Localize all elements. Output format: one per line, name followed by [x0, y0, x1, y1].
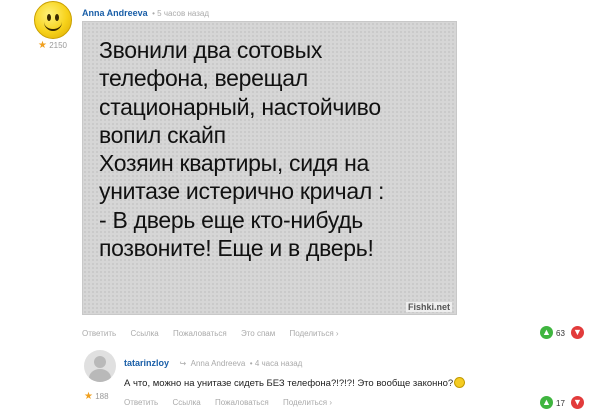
reply-arrow-icon: ↪ [179, 359, 187, 368]
comment-actions: Ответить Ссылка Пожаловаться Это спам По… [82, 329, 351, 338]
reply-author-rating: ★ 188 [84, 391, 109, 402]
avatar-body [89, 369, 111, 382]
thumb-up-icon[interactable]: ▲ [540, 326, 553, 339]
author-rating-value: 2150 [49, 41, 67, 50]
reply-report-link[interactable]: Пожаловаться [215, 398, 269, 407]
reply-time[interactable]: 4 часа назад [255, 359, 303, 368]
report-link[interactable]: Пожаловаться [173, 329, 227, 338]
thumb-down-icon[interactable]: ▼ [571, 326, 584, 339]
avatar-head [94, 356, 106, 368]
watermark: Fishki.net [405, 302, 452, 312]
comment-time[interactable]: 5 часов назад [157, 9, 209, 18]
shocked-emoji-icon [454, 377, 466, 388]
reply-actions: Ответить Ссылка Пожаловаться Поделиться … [124, 398, 344, 407]
reply-text: А что, можно на унитазе сидеть БЕЗ телеф… [124, 378, 454, 389]
reply-link[interactable]: Ответить [82, 329, 116, 338]
star-icon: ★ [84, 391, 93, 402]
reply-reply-link[interactable]: Ответить [124, 398, 158, 407]
reply-body: А что, можно на унитазе сидеть БЕЗ телеф… [124, 377, 466, 389]
reply-permalink-link[interactable]: Ссылка [172, 398, 200, 407]
spam-link[interactable]: Это спам [241, 329, 275, 338]
author-name[interactable]: Anna Andreeva [82, 8, 148, 18]
vote-count: 63 [556, 329, 565, 338]
meme-text: Звонили два сотовых телефона, верещал ст… [99, 37, 385, 262]
permalink-link[interactable]: Ссылка [130, 329, 158, 338]
reply-share-link[interactable]: Поделиться › [283, 398, 332, 407]
reply-author-rating-value: 188 [95, 392, 109, 401]
reply-to-name[interactable]: Anna Andreeva [191, 359, 246, 368]
reply-header: tatarinzloy ↪ Anna Andreeva • 4 часа наз… [124, 353, 302, 371]
reply-author-avatar[interactable] [84, 350, 116, 382]
star-icon: ★ [38, 40, 47, 51]
comment-header: Anna Andreeva • 5 часов назад [82, 3, 209, 21]
author-avatar[interactable] [34, 1, 72, 39]
avatar-smile [44, 19, 62, 31]
meme-image[interactable]: Звонили два сотовых телефона, верещал ст… [82, 21, 457, 315]
author-rating: ★ 2150 [38, 40, 67, 51]
reply-thumb-down-icon[interactable]: ▼ [571, 396, 584, 409]
reply-thumb-up-icon[interactable]: ▲ [540, 396, 553, 409]
reply-vote-count: 17 [556, 399, 565, 408]
share-link[interactable]: Поделиться › [289, 329, 338, 338]
reply-author-name[interactable]: tatarinzloy [124, 358, 169, 368]
